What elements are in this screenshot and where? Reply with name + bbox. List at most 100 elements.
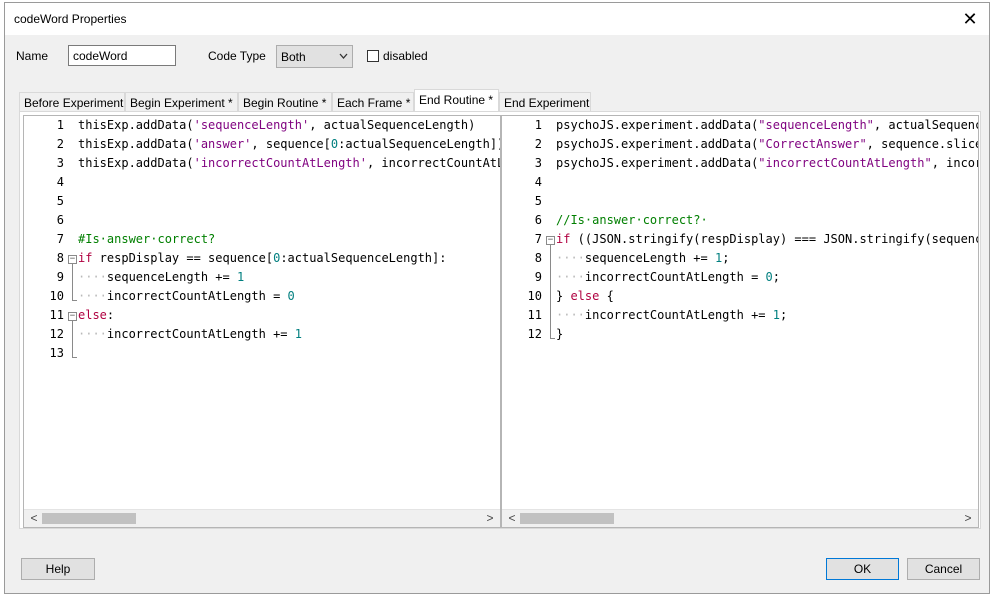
line-number: 12 bbox=[527, 327, 542, 341]
fold-toggle-icon[interactable]: − bbox=[68, 312, 77, 321]
line-number: 8 bbox=[56, 251, 64, 265]
line-number: 10 bbox=[527, 289, 542, 303]
tab-begin-experiment[interactable]: Begin Experiment * bbox=[125, 92, 238, 112]
code-token: { bbox=[599, 289, 614, 303]
fold-toggle-icon[interactable]: − bbox=[546, 236, 555, 245]
code-token: ···· bbox=[556, 270, 585, 284]
line-number: 3 bbox=[56, 156, 64, 170]
code-line: #Is·answer·correct? bbox=[78, 232, 215, 246]
fold-guide bbox=[72, 264, 73, 300]
code-token: "sequenceLength" bbox=[758, 118, 874, 132]
code-token: thisExp.addData( bbox=[78, 156, 194, 170]
tab-label: Begin Routine * bbox=[243, 96, 327, 110]
code-token: ···· bbox=[556, 308, 585, 322]
code-token: ···· bbox=[556, 251, 585, 265]
code-token: : bbox=[106, 308, 115, 322]
code-token: 'answer' bbox=[193, 137, 252, 151]
line-number: 2 bbox=[56, 137, 64, 151]
close-icon[interactable]: ✕ bbox=[957, 7, 983, 31]
code-token: 0 bbox=[765, 270, 773, 284]
code-token: } bbox=[556, 289, 571, 303]
code-token: ; bbox=[779, 308, 788, 322]
scroll-left-icon[interactable]: < bbox=[504, 511, 520, 526]
line-number: 10 bbox=[49, 289, 64, 303]
code-line: if respDisplay == sequence[0:actualSeque… bbox=[78, 251, 446, 265]
code-token: incorrectCountAtLength += bbox=[106, 327, 295, 341]
disabled-label: disabled bbox=[383, 49, 428, 63]
line-number: 9 bbox=[534, 270, 542, 284]
code-token: 0 bbox=[287, 289, 295, 303]
code-line: if ((JSON.stringify(respDisplay) === JSO… bbox=[556, 232, 978, 246]
javascript-code-editor[interactable]: 1 2 3 4 5 6 7 8 9 10 11 12− psychoJS.experiment.add… bbox=[501, 115, 979, 528]
fold-guide-end bbox=[72, 357, 77, 358]
line-number: 3 bbox=[534, 156, 542, 170]
code-token: ; bbox=[772, 270, 780, 284]
fold-guide-end bbox=[550, 338, 555, 339]
line-number-gutter: 1 2 3 4 5 6 7 8 9 10 11 12 13− − bbox=[24, 116, 78, 511]
line-number-gutter: 1 2 3 4 5 6 7 8 9 10 11 12− bbox=[502, 116, 556, 511]
code-token: :actualSequenceLength]: bbox=[280, 251, 447, 265]
python-code-editor[interactable]: 1 2 3 4 5 6 7 8 9 10 11 12 13− − thisExp.addData('seq… bbox=[23, 115, 501, 528]
code-line: ····sequenceLength += 1; bbox=[556, 251, 729, 265]
tab-label: End Experiment bbox=[504, 96, 590, 110]
fold-toggle-icon[interactable]: − bbox=[68, 255, 77, 264]
code-area[interactable]: thisExp.addData('sequenceLength', actual… bbox=[78, 116, 500, 511]
tab-end-experiment[interactable]: End Experiment bbox=[499, 92, 591, 112]
horizontal-scrollbar[interactable]: < > bbox=[24, 509, 500, 527]
line-number: 12 bbox=[49, 327, 64, 341]
code-line: psychoJS.experiment.addData("incorrectCo… bbox=[556, 156, 978, 170]
cancel-button[interactable]: Cancel bbox=[907, 558, 980, 580]
code-type-select[interactable]: Both bbox=[276, 45, 353, 68]
code-type-value: Both bbox=[281, 50, 306, 64]
disabled-checkbox[interactable] bbox=[367, 50, 379, 62]
code-token: 1 bbox=[236, 270, 245, 284]
code-token: 'incorrectCountAtLength' bbox=[193, 156, 367, 170]
code-line: ····sequenceLength += 1 bbox=[78, 270, 244, 284]
line-number: 11 bbox=[527, 308, 542, 322]
code-token: , incorrectCountAtLength) bbox=[366, 156, 500, 170]
tab-each-frame[interactable]: Each Frame * bbox=[332, 92, 414, 112]
code-line: ····incorrectCountAtLength = 0 bbox=[78, 289, 295, 303]
code-token: } bbox=[556, 327, 564, 341]
code-token: ···· bbox=[78, 289, 107, 303]
line-number: 6 bbox=[534, 213, 542, 227]
line-number: 11 bbox=[49, 308, 64, 322]
name-input[interactable] bbox=[68, 45, 176, 66]
code-token: if bbox=[556, 232, 571, 246]
name-label: Name bbox=[16, 49, 49, 63]
line-number: 13 bbox=[49, 346, 64, 360]
line-number: 2 bbox=[534, 137, 542, 151]
ok-button[interactable]: OK bbox=[826, 558, 899, 580]
scroll-thumb[interactable] bbox=[520, 513, 614, 524]
fold-guide bbox=[72, 321, 73, 357]
code-token: respDisplay == sequence[ bbox=[92, 251, 274, 265]
line-number: 5 bbox=[56, 194, 64, 208]
horizontal-scrollbar[interactable]: < > bbox=[502, 509, 978, 527]
scroll-right-icon[interactable]: > bbox=[960, 511, 976, 526]
help-button[interactable]: Help bbox=[21, 558, 95, 580]
code-token: incorrectCountAtLength = bbox=[584, 270, 766, 284]
code-area[interactable]: psychoJS.experiment.addData( "sequenceLen… bbox=[556, 116, 978, 511]
line-number: 5 bbox=[534, 194, 542, 208]
code-line: psychoJS.experiment.addData("CorrectAnsw… bbox=[556, 137, 978, 151]
code-line: ····incorrectCountAtLength += 1 bbox=[78, 327, 302, 341]
code-token: else bbox=[78, 308, 107, 322]
tab-end-routine[interactable]: End Routine * bbox=[414, 89, 499, 112]
scroll-right-icon[interactable]: > bbox=[482, 511, 498, 526]
line-number: 4 bbox=[56, 175, 64, 189]
tab-before-experiment[interactable]: Before Experiment bbox=[19, 92, 125, 112]
code-token: :actualSequenceLength]) bbox=[338, 137, 500, 151]
code-type-label: Code Type bbox=[208, 49, 266, 63]
code-token: "CorrectAnswer" bbox=[758, 137, 867, 151]
code-line: ····incorrectCountAtLength = 0; bbox=[556, 270, 780, 284]
tab-begin-routine[interactable]: Begin Routine * bbox=[238, 92, 332, 112]
scroll-thumb[interactable] bbox=[42, 513, 136, 524]
scroll-left-icon[interactable]: < bbox=[26, 511, 42, 526]
tab-content-panel: 1 2 3 4 5 6 7 8 9 10 11 12 13− − thisExp.addData('seq… bbox=[19, 111, 981, 529]
code-token: ; bbox=[722, 251, 730, 265]
tab-label: Before Experiment bbox=[24, 96, 124, 110]
code-token: "incorrectCountAtLength" bbox=[758, 156, 932, 170]
code-token: psychoJS.experiment.addData( bbox=[556, 137, 759, 151]
code-token: sequenceLength += bbox=[106, 270, 237, 284]
code-token: thisExp.addData( bbox=[78, 137, 194, 151]
